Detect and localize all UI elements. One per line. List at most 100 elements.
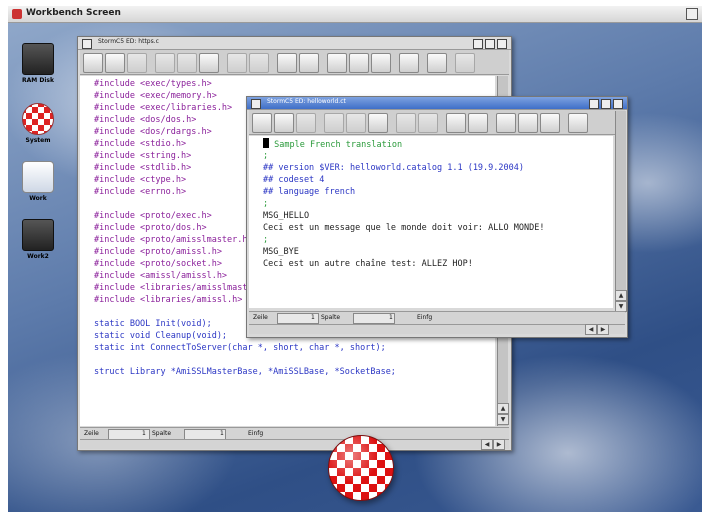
close-icon[interactable] — [82, 39, 92, 49]
code-line-text: struct Library *AmiSSLMasterBase, *AmiSS… — [94, 367, 396, 377]
text-cursor — [263, 138, 269, 148]
code-line-text: ## language french — [263, 187, 356, 197]
paste-icon[interactable] — [368, 113, 388, 133]
list-icon[interactable] — [349, 53, 369, 73]
line-value: 1 — [142, 430, 146, 437]
code-line: static int ConnectToServer(char *, short… — [94, 342, 495, 354]
window-title-bar[interactable]: StormC5 ED: helloworld.ct — [247, 97, 627, 110]
close-icon[interactable] — [251, 99, 261, 109]
zoom-icon[interactable] — [485, 39, 495, 49]
replace-icon[interactable] — [299, 53, 319, 73]
desktop: RAM Disk System Work Work2 StormC5 ED: h… — [8, 23, 702, 512]
find-icon[interactable] — [446, 113, 466, 133]
save-icon[interactable] — [296, 113, 316, 133]
code-line: Sample French translation — [263, 138, 613, 150]
code-line-text: MSG_BYE — [263, 247, 299, 257]
code-line-text: #include <proto/dos.h> — [94, 223, 207, 233]
undo-icon[interactable] — [227, 53, 247, 73]
scroll-up-icon[interactable]: ▲ — [497, 403, 509, 414]
step-icon[interactable] — [455, 53, 475, 73]
find-icon[interactable] — [277, 53, 297, 73]
code-line-text: #include <libraries/amissl.h> — [94, 295, 243, 305]
new-file-icon[interactable] — [83, 53, 103, 73]
outline-icon[interactable] — [371, 53, 391, 73]
code-line-text: ; — [263, 151, 269, 161]
depth-icon[interactable] — [613, 99, 623, 109]
code-line-text: ## version $VER: helloworld.catalog 1.1 … — [263, 163, 524, 173]
code-editor-area[interactable]: Sample French translation; ## version $VE… — [249, 136, 613, 308]
screen-depth-icon[interactable] — [686, 8, 698, 20]
desktop-icon-label: RAM Disk — [22, 77, 54, 84]
horizontal-scrollbar[interactable]: ◀ ▶ — [80, 439, 509, 450]
redo-icon[interactable] — [249, 53, 269, 73]
list-icon[interactable] — [518, 113, 538, 133]
editor-window-helloworld[interactable]: StormC5 ED: helloworld.ct Sample French … — [246, 96, 628, 338]
code-line-text: ; — [263, 235, 269, 245]
code-line-text: #include <amissl/amissl.h> — [94, 271, 228, 281]
code-line: ; — [263, 234, 613, 246]
scroll-left-icon[interactable]: ◀ — [481, 439, 493, 450]
depth-icon[interactable] — [497, 39, 507, 49]
code-line-text: #include <proto/amissl.h> — [94, 247, 222, 257]
desktop-icon-label: System — [25, 137, 51, 144]
iconify-icon[interactable] — [589, 99, 599, 109]
replace-icon[interactable] — [468, 113, 488, 133]
desktop-icon-work2[interactable]: Work2 — [14, 219, 62, 260]
vertical-scrollbar[interactable]: ▲ ▼ — [615, 111, 627, 313]
code-line: ## language french — [263, 186, 613, 198]
line-label: Zeile — [253, 314, 268, 321]
code-line-text: ## codeset 4 — [263, 175, 325, 185]
drive-icon — [22, 219, 54, 251]
code-line-text: #include <errno.h> — [94, 187, 187, 197]
desktop-icon-system[interactable]: System — [14, 103, 62, 144]
scroll-right-icon[interactable]: ▶ — [597, 324, 609, 335]
editor-toolbar — [249, 110, 625, 135]
run-icon[interactable] — [399, 53, 419, 73]
zoom-icon[interactable] — [601, 99, 611, 109]
code-line: ## version $VER: helloworld.catalog 1.1 … — [263, 162, 613, 174]
insert-mode: Einfg — [248, 430, 264, 437]
code-line: struct Library *AmiSSLMasterBase, *AmiSS… — [94, 366, 495, 378]
save-icon[interactable] — [127, 53, 147, 73]
boing-ball-icon — [22, 103, 54, 135]
scroll-down-icon[interactable]: ▼ — [497, 414, 509, 425]
scroll-up-icon[interactable]: ▲ — [615, 290, 627, 301]
code-line-text: #include <dos/dos.h> — [94, 115, 197, 125]
code-line-text: #include <proto/exec.h> — [94, 211, 212, 221]
copy-icon[interactable] — [177, 53, 197, 73]
cut-icon[interactable] — [324, 113, 344, 133]
stop-icon[interactable] — [427, 53, 447, 73]
new-file-icon[interactable] — [252, 113, 272, 133]
copy-icon[interactable] — [346, 113, 366, 133]
folder-icon[interactable] — [496, 113, 516, 133]
iconify-icon[interactable] — [473, 39, 483, 49]
window-title-bar[interactable]: StormC5 ED: https.c — [78, 37, 511, 50]
code-line: ## codeset 4 — [263, 174, 613, 186]
editor-toolbar — [80, 50, 509, 75]
redo-icon[interactable] — [418, 113, 438, 133]
open-file-icon[interactable] — [105, 53, 125, 73]
desktop-icon-ram-disk[interactable]: RAM Disk — [14, 43, 62, 84]
code-line-text: Sample French translation — [274, 140, 403, 150]
code-line: MSG_BYE — [263, 246, 613, 258]
desktop-icon-work[interactable]: Work — [14, 161, 62, 202]
code-line-text: Ceci est un message que le monde doit vo… — [263, 223, 545, 233]
paste-icon[interactable] — [199, 53, 219, 73]
boing-ball-icon — [328, 435, 394, 501]
run-icon[interactable] — [568, 113, 588, 133]
code-line-text: #include <exec/memory.h> — [94, 91, 217, 101]
drive-icon — [22, 43, 54, 75]
insert-mode: Einfg — [417, 314, 433, 321]
folder-icon[interactable] — [327, 53, 347, 73]
column-value: 1 — [220, 430, 224, 437]
open-file-icon[interactable] — [274, 113, 294, 133]
screen-title-bar[interactable]: Workbench Screen — [8, 6, 702, 23]
scroll-left-icon[interactable]: ◀ — [585, 324, 597, 335]
undo-icon[interactable] — [396, 113, 416, 133]
outline-icon[interactable] — [540, 113, 560, 133]
horizontal-scrollbar[interactable]: ◀ ▶ — [249, 324, 625, 335]
code-line: MSG_HELLO — [263, 210, 613, 222]
scroll-right-icon[interactable]: ▶ — [493, 439, 505, 450]
cut-icon[interactable] — [155, 53, 175, 73]
